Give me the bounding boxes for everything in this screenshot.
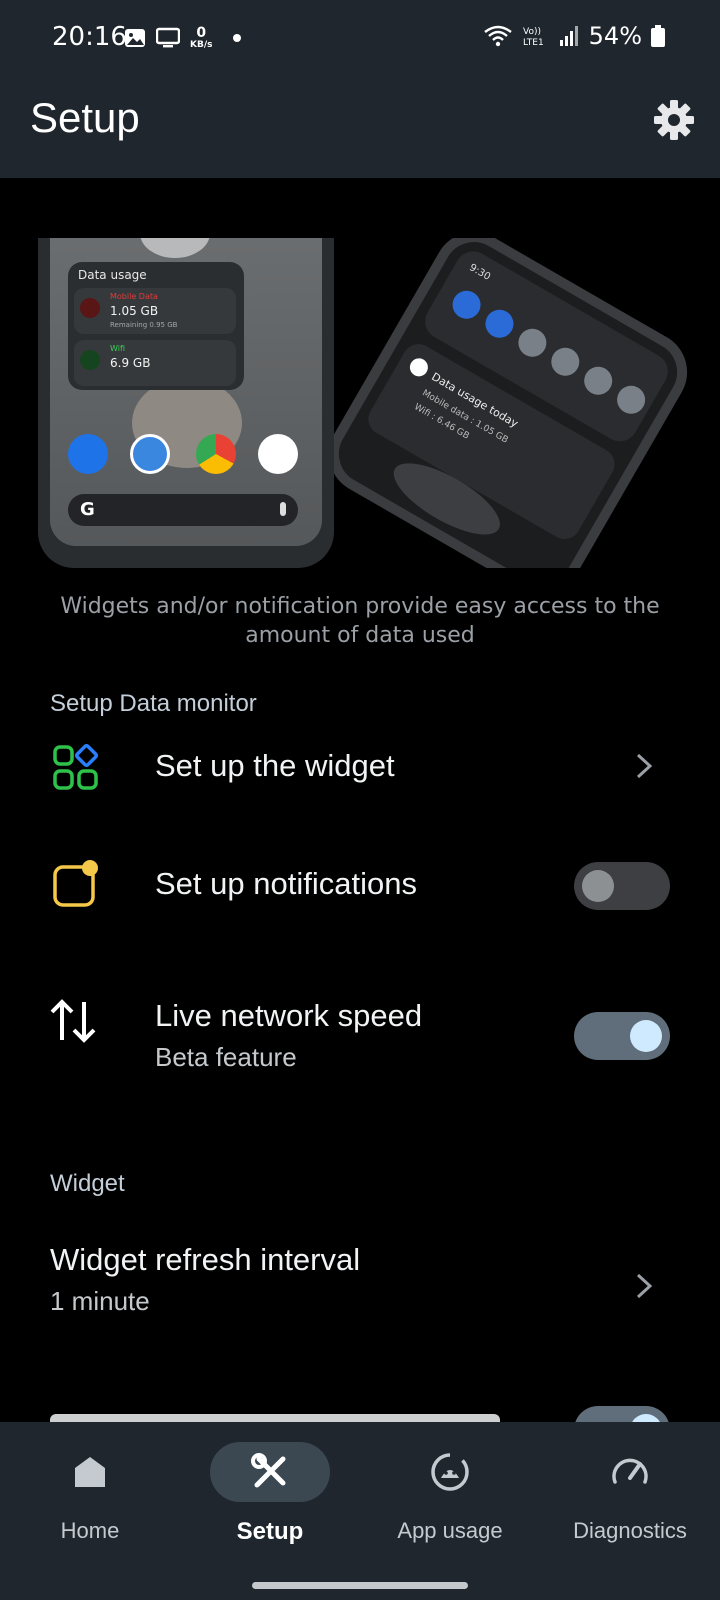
app-bar: Setup [0,80,720,178]
speedometer-icon [612,1458,648,1484]
setup-notifications-label: Set up notifications [155,866,417,901]
phone-app-icon [68,434,108,474]
tools-icon [251,1453,286,1488]
up-down-arrows-icon [50,999,96,1043]
hero-caption: Widgets and/or notification provide easy… [60,594,660,648]
widget-phone-screen: Data usage Mobile Data 1.05 GB Remaining… [50,238,322,546]
nav-item-diagnostics[interactable]: Diagnostics [540,1422,720,1572]
page-title: Setup [30,94,140,141]
cast-screen-icon [156,27,180,48]
google-search-bar-preview: G [68,494,298,526]
battery-icon [651,25,665,47]
camera-app-icon [258,434,298,474]
nav-label-setup: Setup [236,1518,304,1545]
status-left-icons: 0 KB/s [124,26,242,50]
mic-icon [280,502,286,516]
live-network-speed-row[interactable]: Live network speed Beta feature [0,980,720,1092]
nav-label-home: Home [60,1518,120,1543]
status-bar: 20:16 0 KB/s Vo)) LTE1 54% [0,0,720,80]
setup-widget-label: Set up the widget [155,748,395,783]
notifications-toggle[interactable] [574,862,670,910]
mobile-data-icon [80,298,100,318]
live-network-speed-label: Live network speed [155,998,423,1033]
widget-preview-title: Data usage [78,268,147,282]
decor-sculpture [140,238,210,258]
settings-gear-icon[interactable] [652,98,696,142]
section-header-widget: Widget [50,1170,125,1197]
signal-icon [559,26,578,46]
partial-row-toggle [574,1406,670,1422]
google-g-icon: G [80,499,95,520]
toggle-knob [582,870,614,902]
nav-label-app-usage: App usage [397,1518,503,1543]
partial-row-text-edge [50,1414,500,1422]
partial-next-row [0,1400,720,1422]
live-network-speed-subtitle: Beta feature [155,1042,297,1072]
svg-text:LTE1: LTE1 [523,38,544,48]
nav-item-home[interactable]: Home [0,1422,180,1572]
net-speed-indicator: 0 KB/s [190,25,213,50]
live-network-speed-toggle[interactable] [574,1012,670,1060]
widget-preview-mobile-row: Mobile Data 1.05 GB Remaining 0.95 GB [74,288,236,334]
notification-phone-mockup: 9:30 Data usage today Mobile data : 1.05… [314,238,688,568]
setup-notifications-row[interactable]: Set up notifications [0,846,720,958]
status-time: 20:16 [52,22,127,52]
widget-refresh-interval-label: Widget refresh interval [50,1242,361,1277]
nav-item-app-usage[interactable]: App usage [360,1422,540,1572]
chevron-right-icon [636,1273,653,1299]
android-icon [431,1453,469,1491]
chevron-right-icon [636,753,653,779]
home-icon [75,1457,105,1487]
widget-preview-wifi-row: Wifi 6.9 GB [74,340,236,386]
home-gesture-indicator[interactable] [252,1582,468,1589]
setup-widget-row[interactable]: Set up the widget [0,728,720,840]
widgets-icon [53,744,99,790]
wifi-data-icon [80,350,100,370]
section-header-data-monitor: Setup Data monitor [50,690,257,717]
svg-text:Vo)): Vo)) [523,27,541,37]
widget-phone-mockup: Data usage Mobile Data 1.05 GB Remaining… [38,238,334,568]
nav-item-setup[interactable]: Setup [180,1422,360,1572]
status-right-icons: Vo)) LTE1 54% [483,22,666,50]
battery-percent: 54% [588,22,642,50]
wifi-icon [483,25,512,47]
bottom-navigation: Home Setup App usage Diagnostics [0,1422,720,1600]
toggle-knob [630,1020,662,1052]
hero-illustration: 9:30 Data usage today Mobile data : 1.05… [38,238,688,568]
notification-badge-icon [53,860,98,907]
chrome-app-icon [196,434,236,474]
quick-settings-illustration: 9:30 Data usage today Mobile data : 1.05… [368,251,668,540]
widget-refresh-interval-value: 1 minute [50,1286,150,1316]
gallery-icon [125,29,145,47]
clock-app-icon [130,434,170,474]
notification-dot-icon [233,34,242,42]
widget-refresh-interval-row[interactable]: Widget refresh interval 1 minute [0,1232,720,1344]
volte-icon: Vo))LTE1 [523,27,544,48]
nav-label-diagnostics: Diagnostics [573,1518,687,1543]
data-usage-widget-preview: Data usage Mobile Data 1.05 GB Remaining… [68,262,244,390]
